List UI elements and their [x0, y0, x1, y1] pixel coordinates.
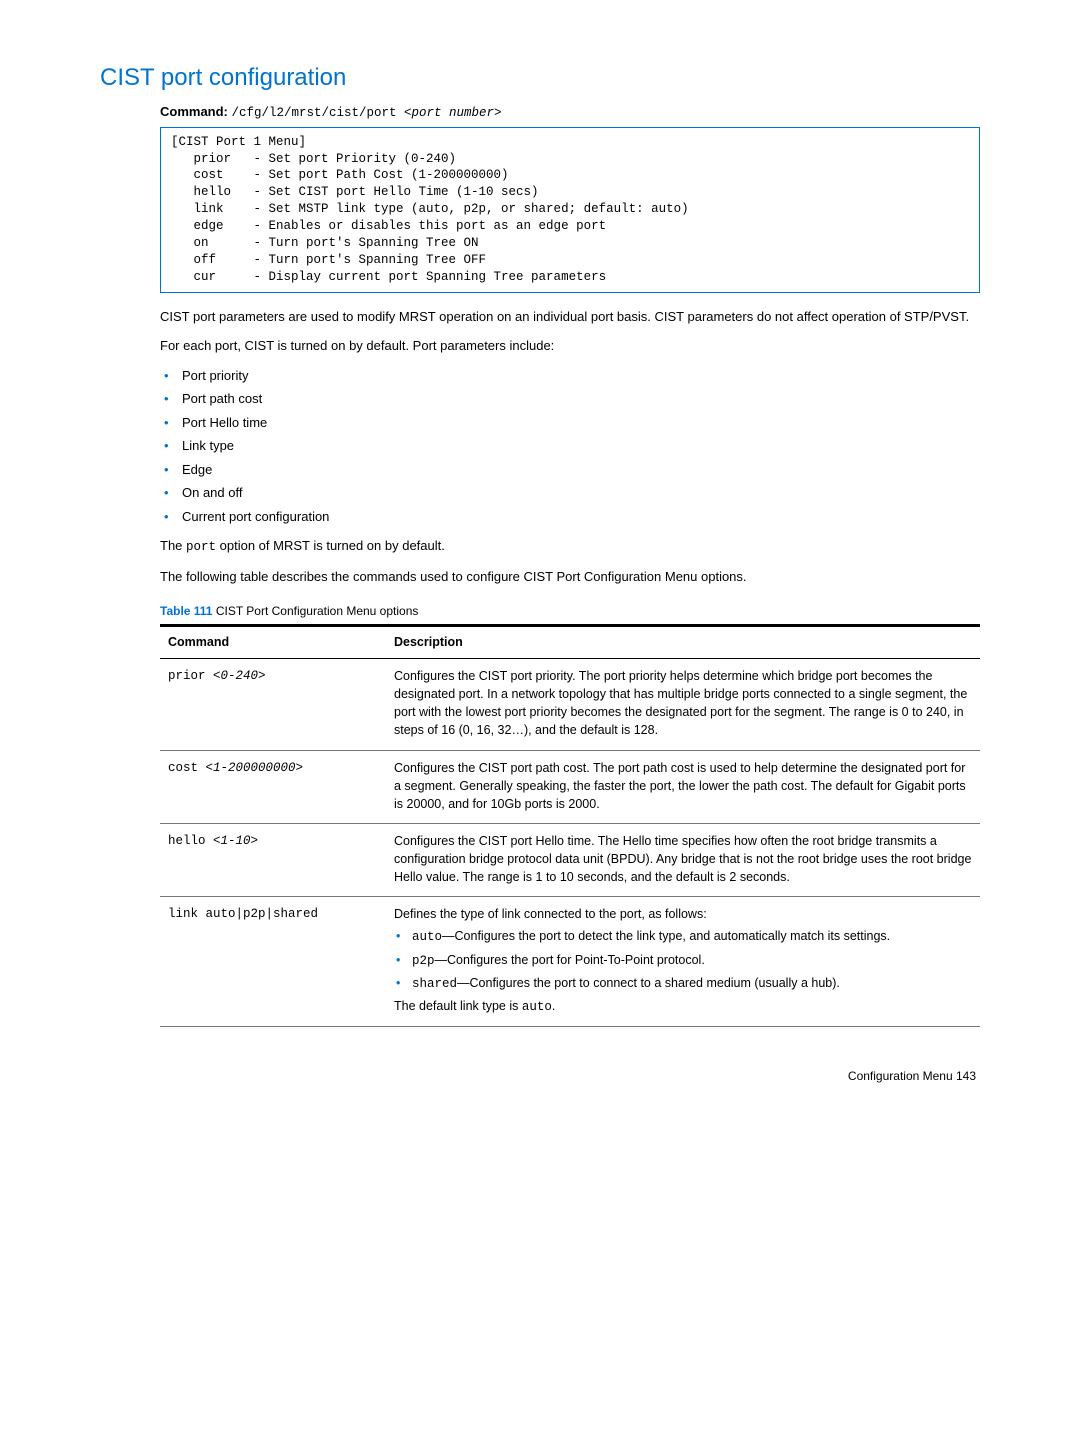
cmd-text: hello: [168, 834, 213, 848]
list-item: Port priority: [160, 366, 980, 386]
command-line: Command: /cfg/l2/mrst/cist/port <port nu…: [160, 102, 980, 123]
table-number: Table 111: [160, 604, 212, 618]
table-caption-text: CIST Port Configuration Menu options: [212, 604, 418, 618]
text: .: [552, 999, 555, 1013]
paragraph: The port option of MRST is turned on by …: [160, 536, 980, 557]
text: —Configures the port for Point-To-Point …: [435, 953, 705, 967]
inline-code: shared: [412, 977, 457, 991]
inline-code: auto: [412, 930, 442, 944]
cmd-cell: hello <1-10>: [160, 823, 386, 896]
desc-cell: Defines the type of link connected to th…: [386, 897, 980, 1027]
table-row: hello <1-10> Configures the CIST port He…: [160, 823, 980, 896]
options-table: Command Description prior <0-240> Config…: [160, 624, 980, 1027]
table-row: prior <0-240> Configures the CIST port p…: [160, 659, 980, 751]
desc-cell: Configures the CIST port path cost. The …: [386, 750, 980, 823]
paragraph: For each port, CIST is turned on by defa…: [160, 336, 980, 356]
paragraph: The following table describes the comman…: [160, 567, 980, 587]
page-footer: Configuration Menu 143: [100, 1067, 980, 1085]
list-item: Current port configuration: [160, 507, 980, 527]
list-item: Edge: [160, 460, 980, 480]
list-item: shared—Configures the port to connect to…: [394, 974, 972, 993]
cmd-arg: <1-10>: [213, 834, 258, 848]
list-item: On and off: [160, 483, 980, 503]
section-heading: CIST port configuration: [100, 60, 980, 96]
cmd-text: cost: [168, 761, 206, 775]
command-label: Command:: [160, 104, 228, 119]
command-text: /cfg/l2/mrst/cist/port: [232, 106, 405, 120]
desc-cell: Configures the CIST port priority. The p…: [386, 659, 980, 751]
desc-tail: The default link type is auto.: [394, 997, 972, 1016]
table-caption: Table 111 CIST Port Configuration Menu o…: [160, 602, 980, 620]
text: option of MRST is turned on by default.: [216, 538, 445, 553]
list-item: Link type: [160, 436, 980, 456]
list-item: Port Hello time: [160, 413, 980, 433]
text: —Configures the port to detect the link …: [442, 929, 890, 943]
bullet-list: Port priority Port path cost Port Hello …: [100, 366, 980, 527]
paragraph: CIST port parameters are used to modify …: [160, 307, 980, 327]
list-item: p2p—Configures the port for Point-To-Poi…: [394, 951, 972, 970]
cmd-cell: prior <0-240>: [160, 659, 386, 751]
sub-bullet-list: auto—Configures the port to detect the l…: [394, 927, 972, 992]
list-item: auto—Configures the port to detect the l…: [394, 927, 972, 946]
cmd-arg: <0-240>: [213, 669, 266, 683]
col-header-command: Command: [160, 626, 386, 659]
command-arg: <port number>: [404, 106, 502, 120]
desc-intro: Defines the type of link connected to th…: [394, 905, 972, 923]
code-block: [CIST Port 1 Menu] prior - Set port Prio…: [160, 127, 980, 293]
cmd-cell: link auto|p2p|shared: [160, 897, 386, 1027]
list-item: Port path cost: [160, 389, 980, 409]
inline-code: p2p: [412, 954, 435, 968]
inline-code: auto: [522, 1000, 552, 1014]
desc-cell: Configures the CIST port Hello time. The…: [386, 823, 980, 896]
text: —Configures the port to connect to a sha…: [457, 976, 840, 990]
table-row: link auto|p2p|shared Defines the type of…: [160, 897, 980, 1027]
text: The default link type is: [394, 999, 522, 1013]
cmd-text: prior: [168, 669, 213, 683]
cmd-arg: <1-200000000>: [206, 761, 304, 775]
table-row: cost <1-200000000> Configures the CIST p…: [160, 750, 980, 823]
text: The: [160, 538, 186, 553]
col-header-description: Description: [386, 626, 980, 659]
cmd-cell: cost <1-200000000>: [160, 750, 386, 823]
inline-code: port: [186, 540, 216, 554]
